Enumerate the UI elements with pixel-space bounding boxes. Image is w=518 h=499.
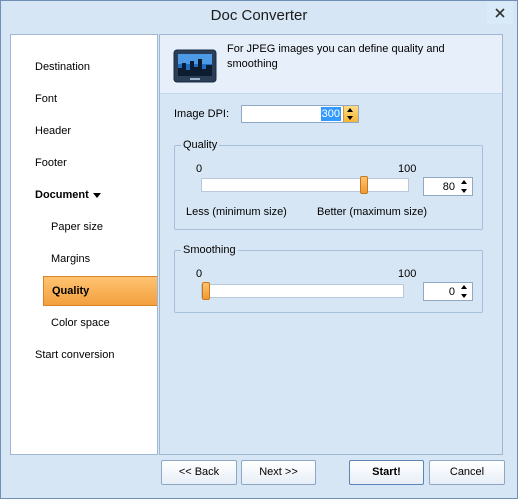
smoothing-value[interactable]: 0 bbox=[449, 285, 455, 299]
sidebar-item-font[interactable]: Font bbox=[11, 89, 157, 109]
quality-min-label: 0 bbox=[196, 163, 203, 175]
sidebar-item-quality[interactable]: Quality bbox=[43, 276, 157, 306]
quality-slider-thumb[interactable] bbox=[360, 176, 368, 194]
quality-value[interactable]: 80 bbox=[443, 180, 455, 194]
arrow-up-icon[interactable] bbox=[347, 108, 353, 112]
smoothing-group-title: Smoothing bbox=[181, 243, 238, 257]
quality-max-label: 100 bbox=[398, 163, 417, 175]
sidebar-item-label: Header bbox=[35, 125, 72, 137]
sidebar-item-paper-size[interactable]: Paper size bbox=[11, 217, 157, 237]
start-button[interactable]: Start! bbox=[349, 460, 424, 485]
sidebar-item-label: Start conversion bbox=[35, 349, 115, 361]
close-icon bbox=[495, 8, 505, 18]
smoothing-slider[interactable] bbox=[201, 282, 404, 300]
quality-high-caption: Better (maximum size) bbox=[317, 206, 428, 218]
smoothing-stepper[interactable] bbox=[458, 283, 472, 300]
cancel-button[interactable]: Cancel bbox=[429, 460, 505, 485]
dpi-label: Image DPI: bbox=[174, 108, 230, 120]
quality-spinbox[interactable]: 80 bbox=[423, 177, 473, 196]
sidebar-item-label: Margins bbox=[51, 253, 91, 265]
sidebar-item-label: Quality bbox=[52, 285, 90, 297]
image-icon bbox=[173, 49, 217, 83]
arrow-down-icon[interactable] bbox=[461, 294, 467, 298]
sidebar-item-document[interactable]: Document bbox=[11, 185, 157, 205]
window-title: Doc Converter bbox=[210, 7, 308, 24]
sidebar-item-label: Color space bbox=[51, 317, 110, 329]
quality-slider[interactable] bbox=[201, 176, 409, 194]
sidebar-item-label: Document bbox=[35, 189, 89, 201]
arrow-up-icon[interactable] bbox=[461, 285, 467, 289]
arrow-down-icon[interactable] bbox=[347, 116, 353, 120]
header-band: For JPEG images you can define quality a… bbox=[160, 35, 502, 94]
arrow-down-icon[interactable] bbox=[461, 189, 467, 193]
sidebar-nav: Destination Font Header Footer Document … bbox=[10, 34, 158, 455]
sidebar-item-margins[interactable]: Margins bbox=[11, 249, 157, 269]
smoothing-min-label: 0 bbox=[196, 268, 203, 280]
sidebar-item-start-conversion[interactable]: Start conversion bbox=[11, 345, 157, 365]
smoothing-slider-thumb[interactable] bbox=[202, 282, 210, 300]
back-button[interactable]: << Back bbox=[161, 460, 237, 485]
app-window: Doc Converter Destination Font Header Fo… bbox=[0, 0, 518, 499]
next-button[interactable]: Next >> bbox=[241, 460, 316, 485]
sidebar-item-footer[interactable]: Footer bbox=[11, 153, 157, 173]
chevron-down-icon bbox=[92, 192, 101, 198]
quality-low-caption: Less (minimum size) bbox=[186, 206, 287, 218]
arrow-up-icon[interactable] bbox=[461, 180, 467, 184]
sidebar-item-header[interactable]: Header bbox=[11, 121, 157, 141]
sidebar-item-label: Paper size bbox=[51, 221, 103, 233]
title-bar: Doc Converter bbox=[1, 1, 517, 31]
sidebar-item-destination[interactable]: Destination bbox=[11, 57, 157, 77]
header-description: For JPEG images you can define quality a… bbox=[227, 43, 445, 70]
sidebar-item-color-space[interactable]: Color space bbox=[11, 313, 157, 333]
sidebar-item-label: Destination bbox=[35, 61, 91, 73]
dpi-stepper[interactable] bbox=[343, 106, 358, 122]
smoothing-max-label: 100 bbox=[398, 268, 417, 280]
sidebar-item-label: Font bbox=[35, 93, 58, 105]
dpi-value[interactable]: 300 bbox=[320, 107, 341, 121]
quality-group-title: Quality bbox=[181, 138, 220, 152]
dpi-spinbox[interactable]: 300 bbox=[241, 105, 359, 123]
quality-stepper[interactable] bbox=[458, 178, 472, 195]
close-button[interactable] bbox=[487, 2, 513, 24]
sidebar-item-label: Footer bbox=[35, 157, 67, 169]
smoothing-spinbox[interactable]: 0 bbox=[423, 282, 473, 301]
